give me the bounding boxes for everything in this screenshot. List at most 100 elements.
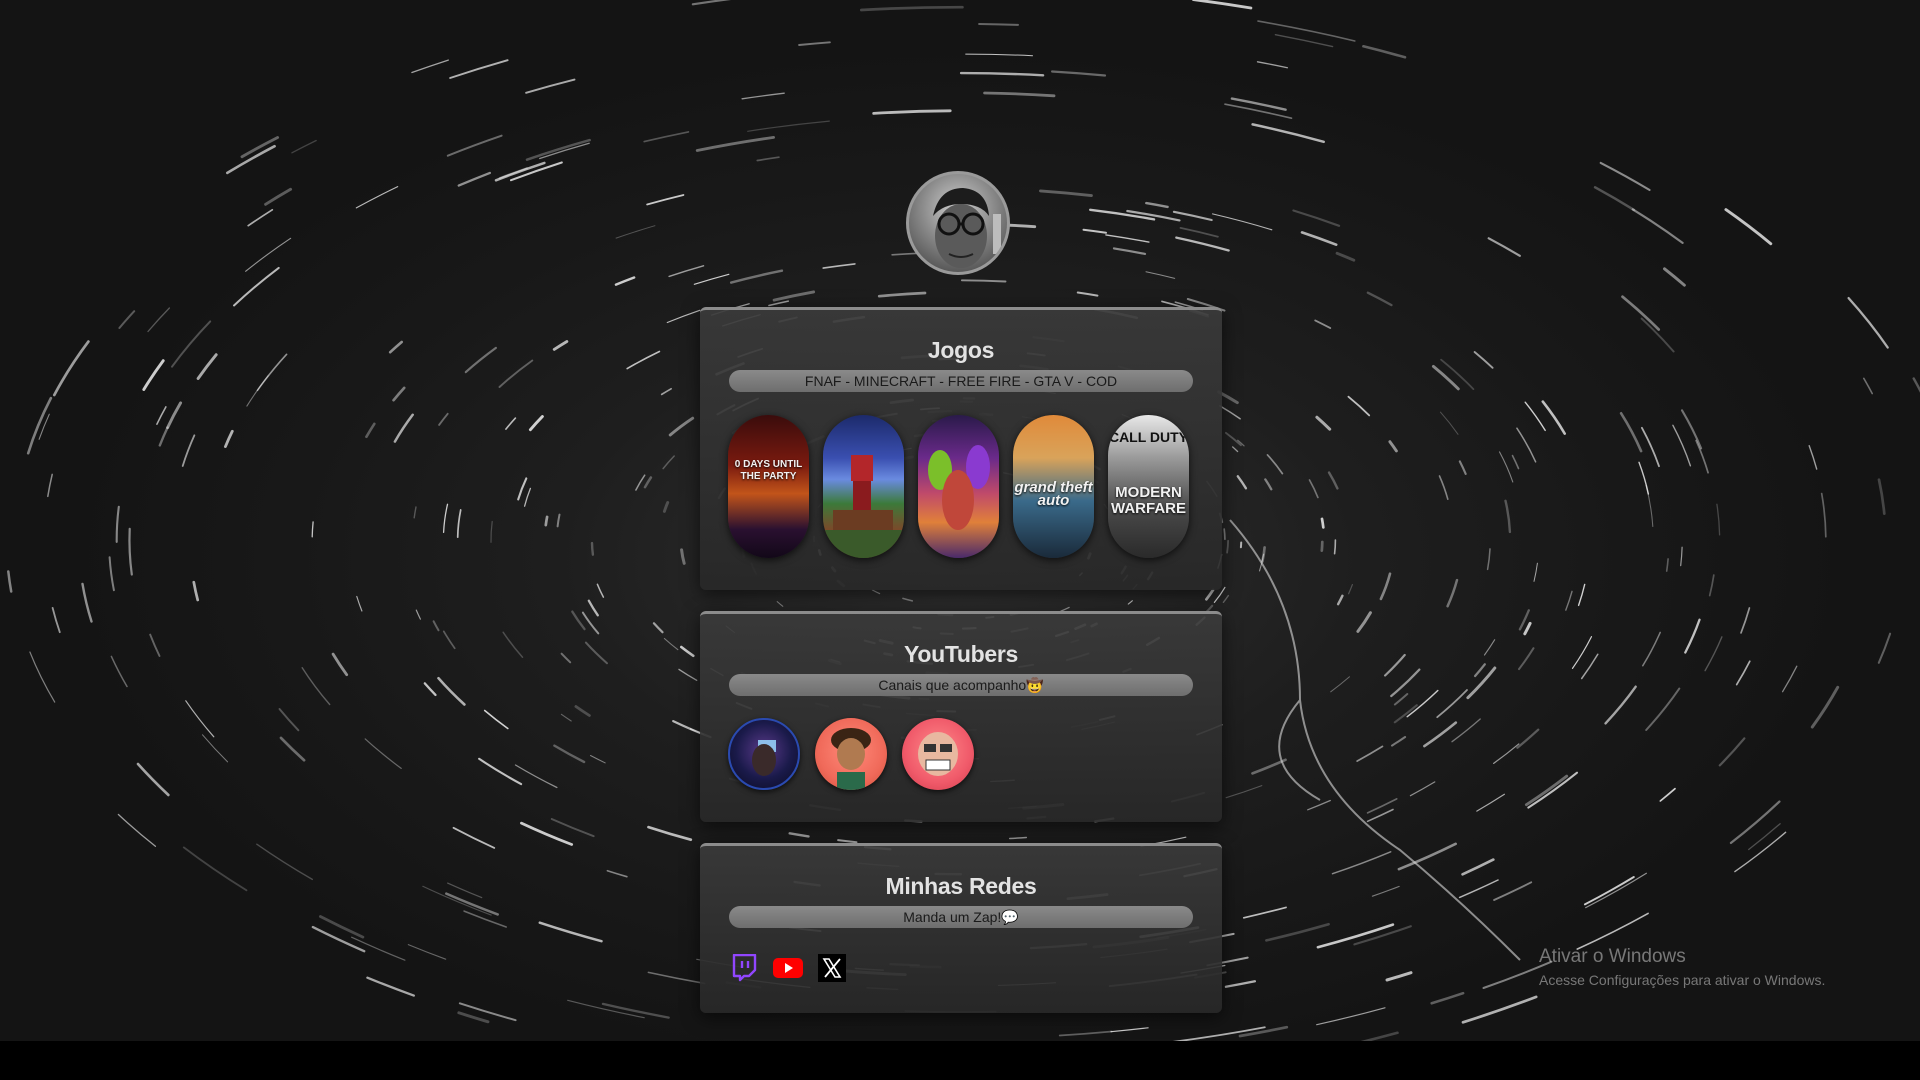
star-trail [438,412,449,426]
cod-caption-top: CALL DUTY [1108,429,1189,445]
star-trail [1238,1025,1289,1038]
star-trail [457,171,492,187]
star-trail [1145,271,1176,279]
star-trail [1335,251,1356,262]
star-trail [590,755,606,764]
star-trail [1423,721,1458,748]
star-trail [1619,412,1643,453]
star-trail [365,422,376,439]
fnaf-caption: 0 DAYS UNTIL THE PARTY [734,459,803,482]
star-trail [149,633,161,657]
star-trail [1257,20,1356,42]
star-trail [1440,358,1475,390]
star-trail [388,340,403,354]
star-trail [553,744,586,764]
star-trail [1516,728,1540,749]
star-trail [871,589,881,595]
star-trail [1486,548,1491,571]
star-trail [331,652,349,677]
twitch-link[interactable] [728,952,760,984]
star-trail [525,138,591,161]
star-trail [822,263,856,269]
game-cover-free-fire[interactable] [918,415,999,558]
star-trail [1641,426,1660,468]
star-trail [1708,574,1715,597]
star-trail [1863,377,1873,395]
star-trail [1781,665,1798,693]
star-trail [1493,743,1520,764]
star-trail [1105,234,1150,243]
star-trail [1347,395,1371,417]
star-trail [965,53,1033,57]
star-trail [26,396,53,455]
star-trail [1516,427,1537,463]
star-trail [1808,445,1818,470]
star-trail [1446,578,1459,608]
star-trail [245,237,292,272]
youtuber-avatar-3[interactable] [902,718,974,790]
minecraft-art [823,455,904,558]
game-cover-cod[interactable]: CALL DUTY MODERN WARFARE [1108,415,1189,558]
star-trail [1877,478,1886,516]
star-trail [678,668,698,681]
star-trail [411,59,449,74]
star-trail [264,187,293,206]
star-trail [355,186,399,209]
star-trail [660,387,672,396]
youtuber-avatar-2[interactable] [815,718,887,790]
star-trail [691,0,732,6]
youtube-link[interactable] [772,952,804,984]
star-trail [1684,618,1701,654]
star-trail [247,208,274,227]
free-fire-art [928,445,990,530]
star-trail [478,757,523,786]
star-trail [1748,823,1781,851]
star-trail [1393,693,1409,706]
star-trail [1740,607,1751,634]
star-trail [1274,34,1334,48]
star-trail [1735,660,1751,686]
star-trail [256,843,313,881]
star-trail [1680,409,1703,450]
star-trail [432,620,440,632]
star-trail [279,736,306,762]
star-trail [1524,401,1546,432]
star-trail [902,597,914,602]
star-trail [1659,787,1676,802]
star-trail [1236,475,1248,490]
star-trail [393,413,414,443]
star-trail [1877,632,1892,664]
star-trail [1504,499,1512,534]
game-cover-fnaf[interactable]: 0 DAYS UNTIL THE PARTY [728,415,809,558]
star-trail [1436,689,1468,719]
star-trail [1315,415,1332,431]
game-cover-minecraft[interactable] [823,415,904,558]
star-trail [1076,291,1099,297]
star-trail [525,78,576,94]
star-trail [1145,201,1169,209]
star-trail [1112,247,1147,255]
star-trail [224,429,234,448]
youtube-icon [773,958,803,978]
games-covers: 0 DAYS UNTIL THE PARTY grand theft auto … [728,415,1222,558]
star-trail [1631,208,1684,244]
star-trail [1847,296,1889,349]
star-trail [567,999,645,1019]
star-trail [181,434,196,467]
star-trail [539,142,590,160]
star-trail [1391,736,1407,747]
x-link[interactable] [816,952,848,984]
youtuber-avatar-1[interactable] [728,718,800,790]
profile-avatar [906,171,1010,275]
star-trail [202,734,229,763]
star-trail [544,515,549,527]
star-trail [859,5,964,12]
star-trail [1604,685,1637,725]
star-trail [1336,594,1344,606]
star-trail [695,136,775,152]
star-trail [877,291,927,298]
game-cover-gta-v[interactable]: grand theft auto [1013,415,1094,558]
star-trail [1051,70,1107,77]
star-trail [643,476,653,489]
star-trail [693,273,730,285]
